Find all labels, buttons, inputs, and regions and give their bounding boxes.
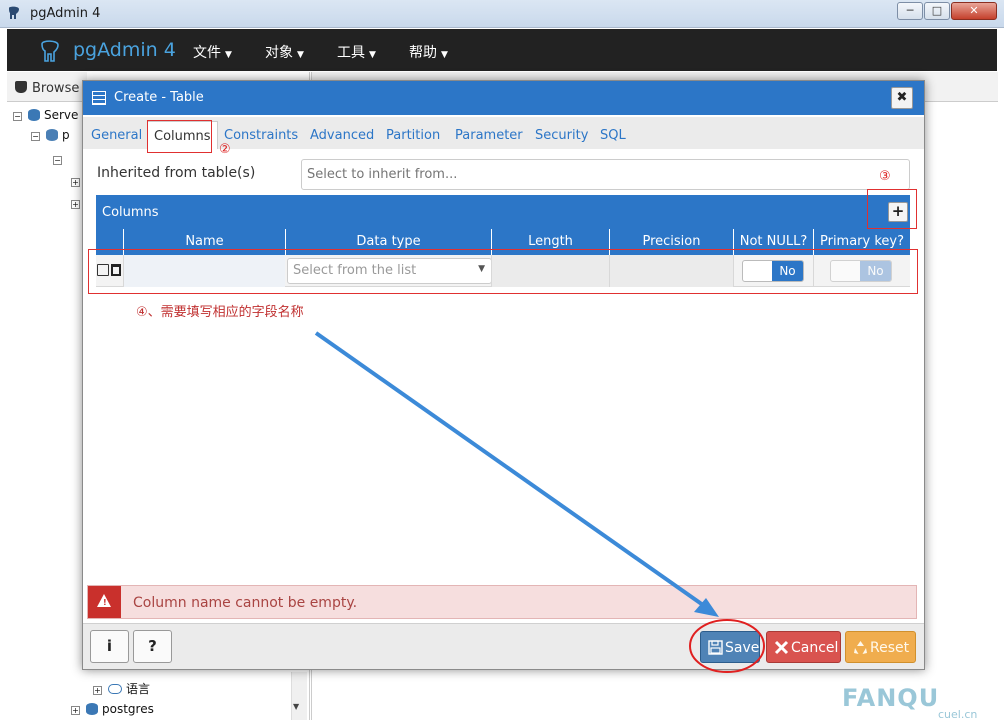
error-icon-box: !: [88, 586, 121, 618]
tree-item-languages[interactable]: + 语言: [93, 680, 150, 697]
window-titlebar: pgAdmin 4 ─ □ ✕: [0, 0, 1004, 28]
menu-object[interactable]: 对象 ▼: [265, 42, 304, 62]
dialog-footer: i ? Save Cancel Reset: [83, 623, 924, 669]
pgadmin-logo-icon: [41, 40, 59, 62]
dialog-close-button[interactable]: ✖: [891, 87, 913, 109]
tab-sql[interactable]: SQL: [600, 128, 626, 143]
server-group-icon: [28, 109, 40, 121]
tree-item-servers[interactable]: − Serve: [13, 108, 78, 122]
menu-tools[interactable]: 工具 ▼: [337, 42, 376, 62]
annotation-step-4: ④、需要填写相应的字段名称: [136, 305, 304, 320]
create-table-dialog: Create - Table ✖ General Columns Constra…: [82, 80, 925, 670]
tab-security[interactable]: Security: [535, 128, 588, 143]
maximize-button[interactable]: □: [924, 2, 950, 20]
dialog-title: Create - Table: [114, 90, 204, 105]
caret-down-icon: ▼: [297, 50, 304, 60]
binoculars-icon: [15, 81, 27, 93]
window-close-button[interactable]: ✕: [951, 2, 997, 20]
app-brand[interactable]: pgAdmin 4: [73, 39, 176, 61]
browser-tab[interactable]: Browse: [7, 72, 87, 102]
warning-exclamation-icon: !: [103, 598, 107, 607]
inherit-select[interactable]: [301, 159, 910, 190]
tree-item-label: Serve: [44, 108, 79, 122]
watermark-logo: FANQU: [842, 684, 940, 712]
pgadmin-elephant-icon: [9, 6, 19, 19]
reset-button[interactable]: Reset: [845, 631, 916, 663]
window-title: pgAdmin 4: [30, 6, 101, 21]
menu-file-label: 文件: [193, 45, 221, 61]
menu-tools-label: 工具: [337, 45, 365, 61]
expand-icon[interactable]: +: [93, 686, 102, 695]
floppy-disk-icon: [708, 640, 723, 655]
menu-file[interactable]: 文件 ▼: [193, 42, 232, 62]
cancel-label: Cancel: [791, 640, 839, 656]
table-icon: [92, 91, 106, 105]
scrollbar[interactable]: [291, 672, 307, 720]
help-button[interactable]: ?: [133, 630, 172, 663]
cancel-button[interactable]: Cancel: [766, 631, 841, 663]
caret-down-icon: ▼: [225, 50, 232, 60]
recycle-icon: [854, 641, 867, 654]
expand-icon[interactable]: +: [71, 200, 80, 209]
error-alert: ! Column name cannot be empty.: [87, 585, 917, 619]
database-icon: [86, 703, 98, 715]
tab-advanced[interactable]: Advanced: [310, 128, 374, 143]
error-message: Column name cannot be empty.: [133, 595, 358, 611]
annotation-step-2: ②: [219, 142, 231, 157]
annotation-box-column-row: [88, 249, 918, 294]
annotation-step-3: ③: [879, 169, 891, 184]
tree-item-label: p: [62, 128, 70, 142]
tree-item-label: 语言: [126, 682, 151, 696]
scroll-down-arrow-icon[interactable]: ▼: [293, 702, 299, 711]
collapse-icon[interactable]: −: [13, 112, 22, 121]
menu-object-label: 对象: [265, 45, 293, 61]
inherit-label: Inherited from table(s): [97, 165, 256, 181]
expand-icon[interactable]: +: [71, 706, 80, 715]
menu-help[interactable]: 帮助 ▼: [409, 42, 448, 62]
tab-constraints[interactable]: Constraints: [224, 128, 298, 143]
expand-icon[interactable]: +: [71, 178, 80, 187]
elephant-icon: [46, 129, 58, 141]
save-button[interactable]: Save: [700, 631, 760, 663]
collapse-icon[interactable]: −: [53, 156, 62, 165]
app-navbar: pgAdmin 4 文件 ▼ 对象 ▼ 工具 ▼ 帮助 ▼: [7, 29, 997, 71]
browser-tab-label: Browse: [32, 81, 80, 96]
tree-item-database[interactable]: −: [53, 152, 68, 166]
tab-parameter[interactable]: Parameter: [455, 128, 523, 143]
annotation-box-columns-tab: [147, 120, 212, 153]
caret-down-icon: ▼: [369, 50, 376, 60]
annotation-box-add-button: [867, 189, 917, 229]
info-button[interactable]: i: [90, 630, 129, 663]
menu-help-label: 帮助: [409, 45, 437, 61]
tree-item-label: postgres: [102, 702, 154, 716]
reset-label: Reset: [870, 640, 910, 656]
tree-item-postgres[interactable]: + postgres: [71, 702, 154, 716]
tab-partition[interactable]: Partition: [386, 128, 440, 143]
language-icon: [108, 684, 122, 694]
columns-panel-header: Columns +: [96, 195, 910, 229]
save-label: Save: [725, 640, 760, 656]
caret-down-icon: ▼: [441, 50, 448, 60]
close-x-icon: [774, 640, 789, 655]
dialog-header[interactable]: Create - Table ✖: [83, 81, 924, 115]
minimize-button[interactable]: ─: [897, 2, 923, 20]
collapse-icon[interactable]: −: [31, 132, 40, 141]
watermark-logo-sub: cuel.cn: [938, 708, 978, 721]
tree-item-server[interactable]: − p: [31, 128, 70, 142]
tab-general[interactable]: General: [91, 128, 142, 143]
columns-panel-title: Columns: [102, 205, 159, 220]
